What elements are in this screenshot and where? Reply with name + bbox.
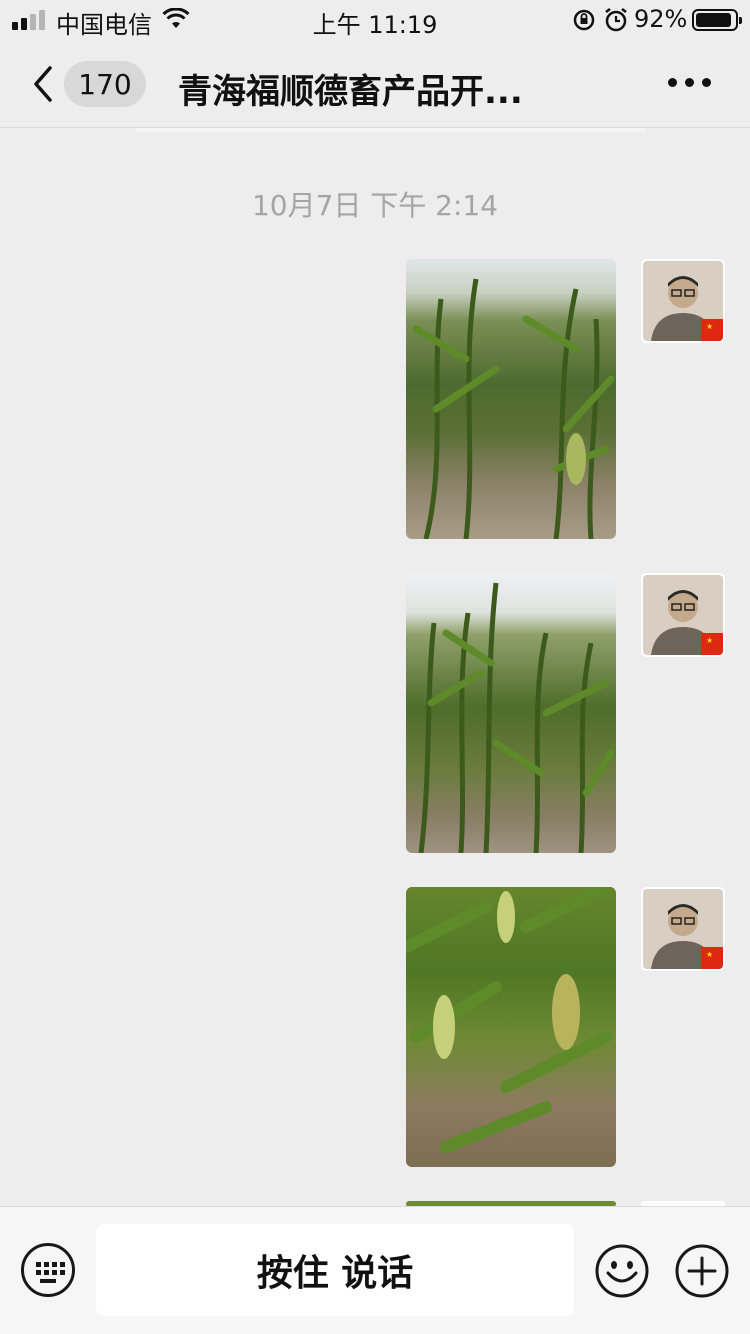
avatar[interactable]: ★ — [641, 887, 725, 971]
svg-text:★: ★ — [706, 322, 713, 331]
chat-title: 青海福顺德畜产品开... — [178, 72, 523, 112]
nav-bar: 170 青海福顺德畜产品开... — [0, 40, 750, 128]
keyboard-icon[interactable] — [21, 1243, 75, 1297]
battery-percent: 92% — [634, 5, 688, 33]
svg-text:★: ★ — [706, 950, 713, 959]
input-bar: 按住 说话 — [0, 1206, 750, 1334]
chevron-left-icon[interactable] — [26, 62, 66, 106]
battery-icon — [692, 9, 742, 31]
corn-field-photo — [406, 887, 612, 1153]
rotation-lock-icon — [573, 9, 595, 31]
unread-count-badge[interactable]: 170 — [64, 61, 146, 107]
image-message[interactable] — [406, 573, 616, 853]
pinned-strip — [136, 128, 646, 132]
message-timestamp: 10月7日 下午 2:14 — [251, 189, 499, 222]
avatar[interactable]: ★ — [641, 573, 725, 657]
corn-field-photo — [412, 278, 615, 539]
plus-icon[interactable] — [674, 1243, 730, 1299]
emoji-icon[interactable] — [594, 1243, 650, 1299]
status-bar: 中国电信 上午 11:19 92% — [0, 0, 750, 40]
battery-fill — [696, 13, 731, 27]
more-icon[interactable] — [668, 78, 711, 87]
image-message[interactable] — [406, 887, 616, 1167]
image-message[interactable] — [406, 259, 616, 539]
avatar[interactable]: ★ — [641, 259, 725, 343]
alarm-icon — [605, 8, 627, 32]
svg-text:★: ★ — [706, 636, 713, 645]
corn-field-photo — [418, 582, 615, 853]
hold-to-talk-button[interactable]: 按住 说话 — [96, 1224, 574, 1316]
